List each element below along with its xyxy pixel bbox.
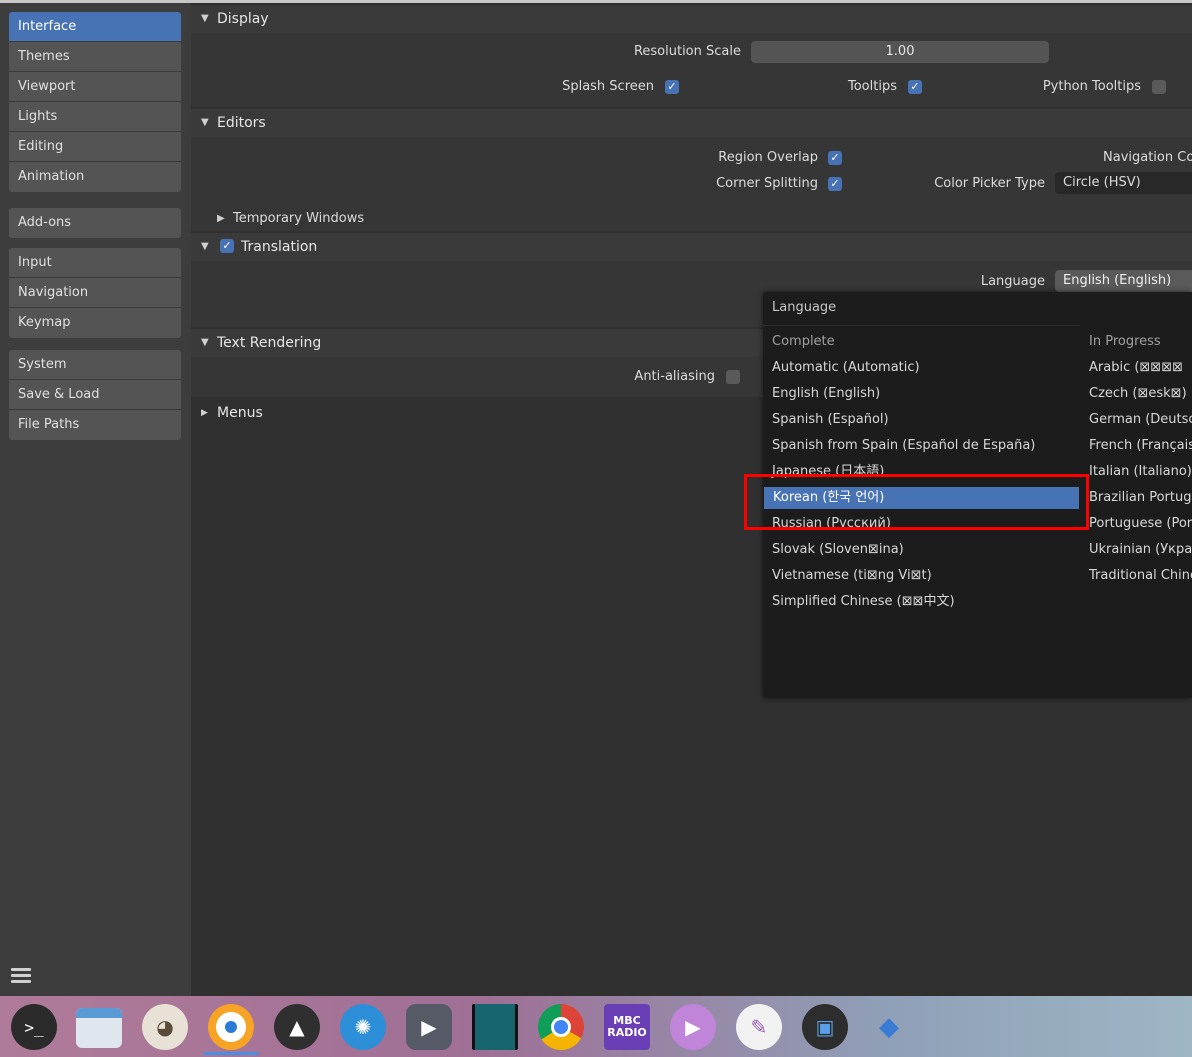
files-icon[interactable] [76,1008,122,1048]
expanded-triangle-icon: ▼ [201,337,209,348]
text-rendering-header-label: Text Rendering [217,335,322,351]
language-option-automatic[interactable]: Automatic (Automatic) [763,357,1080,379]
language-option-english[interactable]: English (English) [763,383,1080,405]
anti-aliasing-checkbox[interactable] [726,370,740,384]
navigation-controls-label: Navigation Cor [1103,150,1192,165]
language-option-spanish-spain[interactable]: Spanish from Spain (Español de España) [763,435,1080,457]
splash-screen-label: Splash Screen [562,79,654,94]
sidebar-group-4: System Save & Load File Paths [9,350,181,440]
sidebar-item-interface[interactable]: Interface [9,12,181,42]
wallet-icon[interactable]: ▣ [802,1004,848,1050]
preferences-sidebar: Interface Themes Viewport Lights Editing… [0,3,191,996]
language-option-czech[interactable]: Czech (⊠esk⊠) [1080,383,1192,405]
media-play-icon[interactable]: ▶ [670,1004,716,1050]
language-option-italian[interactable]: Italian (Italiano) [1080,461,1192,483]
collapsed-triangle-icon: ▶ [201,408,208,418]
language-option-arabic[interactable]: Arabic (⊠⊠⊠⊠ [1080,357,1192,379]
text-editor-icon[interactable]: ✎ [736,1004,782,1050]
terminal-icon[interactable]: >_ [11,1004,57,1050]
language-option-portuguese[interactable]: Portuguese (Port [1080,513,1192,535]
language-option-slovak[interactable]: Slovak (Sloven⊠ina) [763,539,1080,561]
inkscape-icon[interactable]: ▲ [274,1004,320,1050]
taskbar: >_ ◕ ▲ ✺ ▶ MBC RADIO ▶ ✎ ▣ ◆ [0,996,1192,1057]
anti-aliasing-label: Anti-aliasing [634,369,715,384]
resolution-scale-label: Resolution Scale [633,44,741,59]
gimp-icon[interactable]: ◕ [142,1004,188,1050]
temporary-windows-label[interactable]: Temporary Windows [233,211,364,226]
sidebar-item-editing[interactable]: Editing [9,132,181,162]
collapsed-triangle-icon: ▶ [217,213,225,224]
video-player-icon[interactable]: ▶ [406,1004,452,1050]
popup-separator [763,325,1080,326]
language-option-ukrainian[interactable]: Ukrainian (Украï [1080,539,1192,561]
display-panel-body: Resolution Scale 1.00 Splash Screen ✓ To… [191,33,1192,107]
language-option-brazilian-portuguese[interactable]: Brazilian Portugu [1080,487,1192,509]
corner-splitting-checkbox[interactable]: ✓ [828,177,842,191]
expanded-triangle-icon: ▼ [201,13,209,24]
language-label: Language [980,274,1045,289]
tools-icon[interactable]: ◆ [866,1004,912,1050]
expanded-triangle-icon: ▼ [201,117,209,128]
panel-app-icon[interactable] [472,1004,518,1050]
radio-text: RADIO [607,1026,647,1039]
region-overlap-checkbox[interactable]: ✓ [828,151,842,165]
sidebar-item-viewport[interactable]: Viewport [9,72,181,102]
expanded-triangle-icon: ▼ [201,241,209,252]
language-option-vietnamese[interactable]: Vietnamese (ti⊠ng Vi⊠t) [763,565,1080,587]
complete-column-header: Complete [772,334,835,349]
tooltips-label: Tooltips [848,79,897,94]
sidebar-item-lights[interactable]: Lights [9,102,181,132]
editors-panel-header[interactable]: ▼ Editors [191,109,1192,137]
language-dropdown[interactable]: English (English) [1055,270,1192,292]
translation-panel-header[interactable]: ▼ ✓ Translation [191,233,1192,261]
hamburger-menu-icon[interactable] [11,965,31,985]
corner-splitting-label: Corner Splitting [716,176,818,191]
sidebar-item-navigation[interactable]: Navigation [9,278,181,308]
sidebar-group-1: Interface Themes Viewport Lights Editing… [9,12,181,192]
language-option-simplified-chinese[interactable]: Simplified Chinese (⊠⊠中文) [763,591,1080,613]
tooltips-checkbox[interactable]: ✓ [908,80,922,94]
sidebar-group-3: Input Navigation Keymap [9,248,181,338]
color-picker-type-dropdown[interactable]: Circle (HSV) [1055,172,1192,194]
menus-header-label: Menus [217,405,263,421]
sidebar-group-2: Add-ons [9,208,181,238]
sidebar-item-addons[interactable]: Add-ons [9,208,181,238]
chrome-icon[interactable] [538,1004,584,1050]
sidebar-item-animation[interactable]: Animation [9,162,181,192]
editors-header-label: Editors [217,115,266,131]
language-option-spanish[interactable]: Spanish (Español) [763,409,1080,431]
sidebar-item-system[interactable]: System [9,350,181,380]
orange-app-icon[interactable] [208,1004,254,1050]
language-option-french[interactable]: French (Français) [1080,435,1192,457]
sidebar-item-themes[interactable]: Themes [9,42,181,72]
region-overlap-label: Region Overlap [718,150,818,165]
language-option-traditional-chinese[interactable]: Traditional Chine [1080,565,1192,587]
sidebar-item-keymap[interactable]: Keymap [9,308,181,338]
sidebar-item-save-load[interactable]: Save & Load [9,380,181,410]
python-tooltips-checkbox[interactable] [1152,80,1166,94]
highlight-annotation-box [744,474,1089,530]
mbc-radio-icon[interactable]: MBC RADIO [604,1004,650,1050]
editors-panel-body: Region Overlap ✓ Navigation Cor Corner S… [191,137,1192,231]
python-tooltips-label: Python Tooltips [1042,79,1141,94]
translation-header-label: Translation [241,239,318,255]
in-progress-column-header: In Progress [1089,334,1161,349]
sidebar-item-input[interactable]: Input [9,248,181,278]
resolution-scale-field[interactable]: 1.00 [751,41,1049,63]
display-header-label: Display [217,11,269,27]
popup-title: Language [772,300,837,315]
translation-checkbox[interactable]: ✓ [220,239,234,253]
active-app-indicator [203,1052,259,1055]
language-option-german[interactable]: German (Deutsch [1080,409,1192,431]
splash-screen-checkbox[interactable]: ✓ [665,80,679,94]
shotwell-icon[interactable]: ✺ [340,1004,386,1050]
display-panel-header[interactable]: ▼ Display [191,5,1192,33]
color-picker-type-label: Color Picker Type [934,176,1045,191]
sidebar-item-file-paths[interactable]: File Paths [9,410,181,440]
